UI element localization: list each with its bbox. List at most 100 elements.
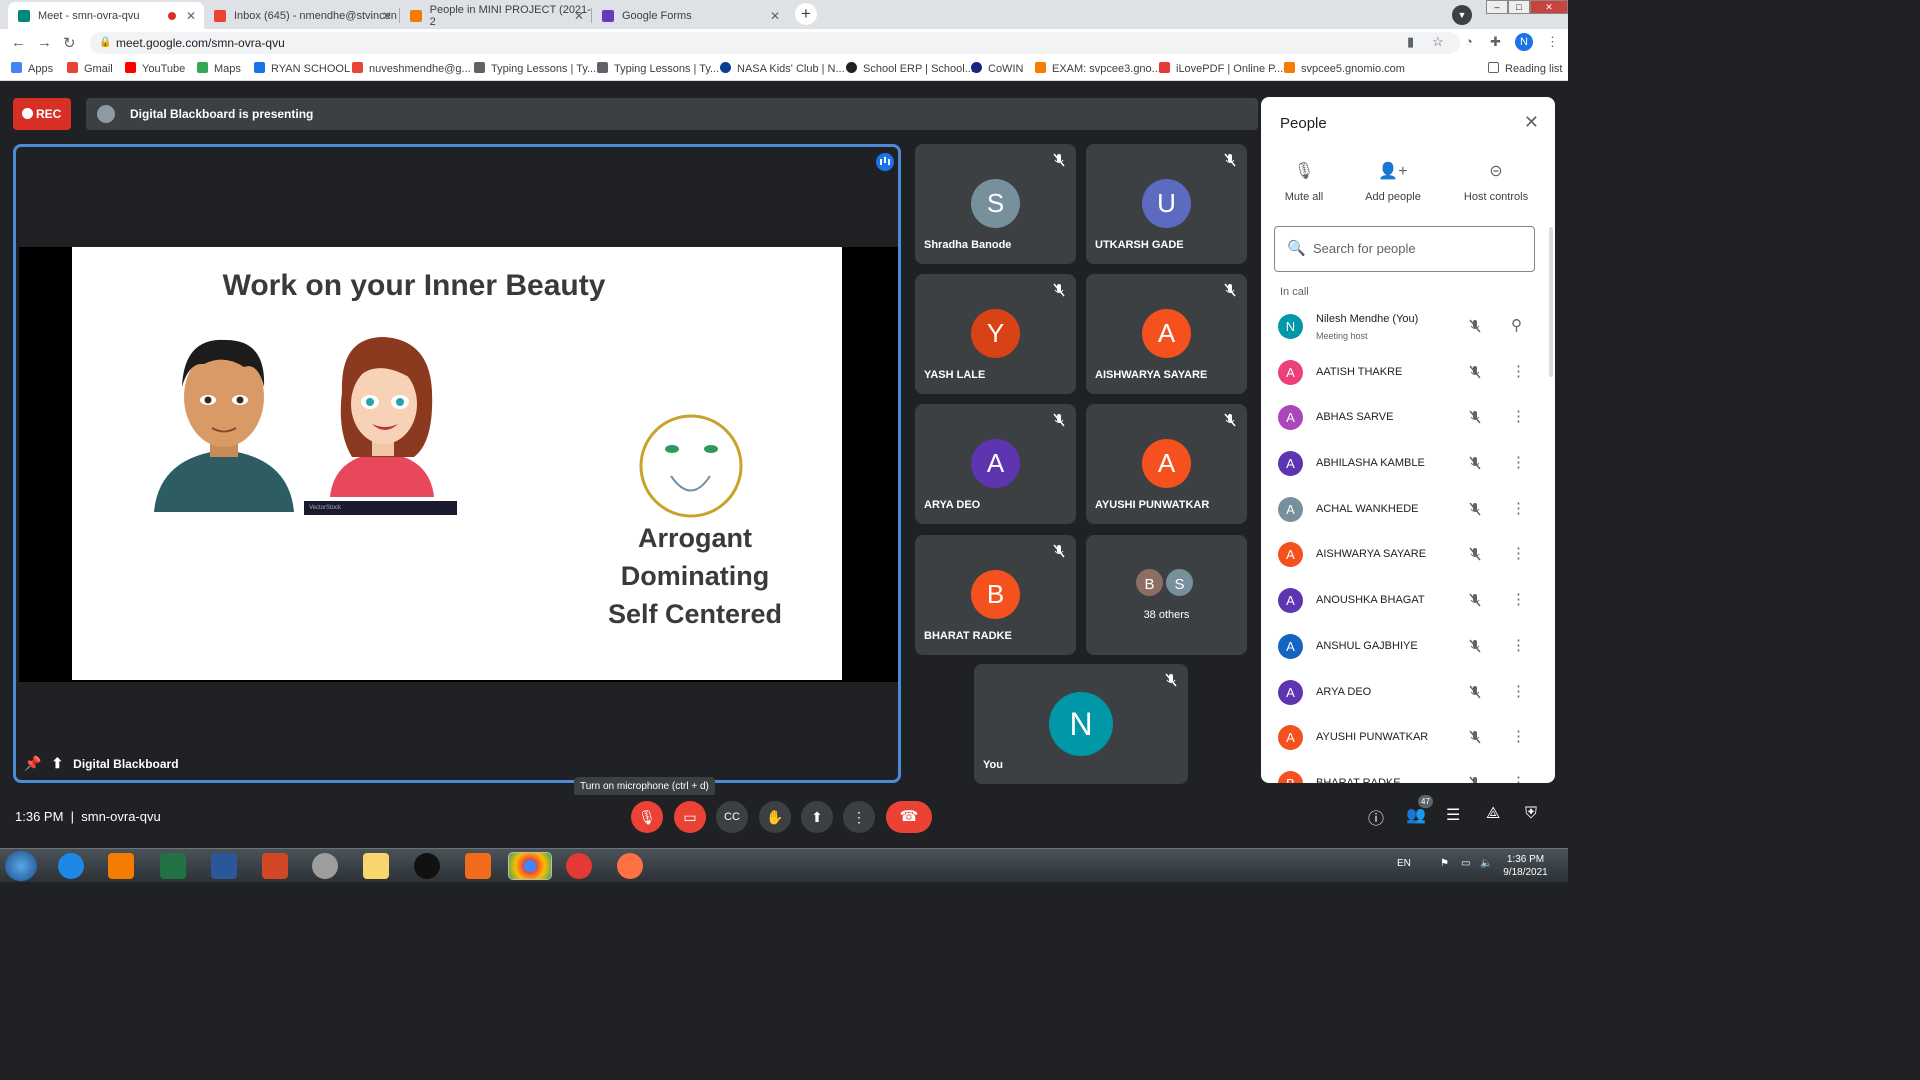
mute-all-button[interactable]: 🎙 Mute all <box>1261 161 1349 203</box>
participant-row[interactable]: A ANOUSHKA BHAGAT ⋮ <box>1261 578 1541 624</box>
flag-icon[interactable]: ⚑ <box>1440 858 1449 869</box>
mic-off-icon[interactable] <box>1467 775 1483 783</box>
close-tab-icon[interactable]: ✕ <box>574 9 584 23</box>
q-app-icon[interactable] <box>465 853 491 879</box>
bookmark-gmail-2[interactable]: nuveshmendhe@g... <box>352 62 471 75</box>
firefox-icon[interactable] <box>617 853 643 879</box>
url-field[interactable]: 🔒 meet.google.com/smn-ovra-qvu <box>90 32 1460 54</box>
more-options-icon[interactable]: ⋮ <box>1511 590 1526 608</box>
start-button[interactable] <box>5 851 37 881</box>
excel-icon[interactable] <box>160 853 186 879</box>
presentation-stage[interactable]: Work on your Inner Beauty VectorStock Ar… <box>13 144 901 783</box>
mic-off-icon[interactable] <box>1467 455 1483 471</box>
penguin-app-icon[interactable] <box>414 853 440 879</box>
mic-off-icon[interactable] <box>1467 638 1483 654</box>
more-options-icon[interactable]: ⋮ <box>1511 727 1526 745</box>
present-now-button[interactable]: ⬆ <box>801 801 833 833</box>
participant-tile[interactable]: A AYUSHI PUNWATKAR <box>1086 404 1247 524</box>
bookmark-typing-2[interactable]: Typing Lessons | Ty... <box>597 62 719 75</box>
sync-icon[interactable]: ◔ <box>1465 34 1473 49</box>
more-options-button[interactable]: ⋮ <box>843 801 875 833</box>
profile-avatar[interactable]: N <box>1515 33 1533 51</box>
tab-meet[interactable]: Meet - smn-ovra-qvu ✕ <box>8 2 204 29</box>
participant-row[interactable]: A ABHAS SARVE ⋮ <box>1261 395 1541 441</box>
tab-classroom[interactable]: People in MINI PROJECT (2021-2 ✕ <box>400 2 592 29</box>
camera-icon[interactable]: ▮ <box>1407 34 1414 50</box>
tab-forms[interactable]: Google Forms ✕ <box>592 2 788 29</box>
more-options-icon[interactable]: ⋮ <box>1511 499 1526 517</box>
participant-row[interactable]: A AYUSHI PUNWATKAR ⋮ <box>1261 715 1541 761</box>
bookmark-youtube[interactable]: YouTube <box>125 62 185 75</box>
file-explorer-icon[interactable] <box>363 853 389 879</box>
people-icon[interactable]: 👥 <box>1406 805 1426 825</box>
others-tile[interactable]: B S 38 others <box>1086 535 1247 655</box>
more-options-icon[interactable]: ⋮ <box>1511 453 1526 471</box>
system-tool-icon[interactable] <box>312 853 338 879</box>
close-tab-icon[interactable]: ✕ <box>382 9 392 23</box>
video-app-icon[interactable] <box>566 853 592 879</box>
forward-icon[interactable]: → <box>37 34 52 51</box>
participant-row[interactable]: A AATISH THAKRE ⋮ <box>1261 350 1541 396</box>
powerpoint-icon[interactable] <box>262 853 288 879</box>
microphone-button[interactable]: 🎙 <box>631 801 663 833</box>
participant-row[interactable]: A ABHILASHA KAMBLE ⋮ <box>1261 441 1541 487</box>
mic-off-icon[interactable] <box>1467 684 1483 700</box>
reading-list[interactable]: Reading list <box>1488 62 1562 75</box>
bookmark-ryan-school[interactable]: RYAN SCHOOL <box>254 62 350 75</box>
minimize-button[interactable]: – <box>1486 0 1508 14</box>
participant-row[interactable]: A ARYA DEO ⋮ <box>1261 670 1541 716</box>
activities-icon[interactable]: ⟁ <box>1486 805 1500 823</box>
back-icon[interactable]: ← <box>11 34 26 51</box>
bookmark-ilovepdf[interactable]: iLovePDF | Online P... <box>1159 62 1283 75</box>
bookmark-svpcee5[interactable]: svpcee5.gnomio.com <box>1284 62 1405 75</box>
network-icon[interactable]: ▭ <box>1461 858 1470 869</box>
tab-gmail[interactable]: Inbox (645) - nmendhe@stvincen ✕ <box>204 2 400 29</box>
more-options-icon[interactable]: ⋮ <box>1511 362 1526 380</box>
tab-search-icon[interactable]: ▼ <box>1452 5 1472 25</box>
new-tab-button[interactable]: + <box>795 3 817 25</box>
mic-off-icon[interactable] <box>1467 409 1483 425</box>
chat-icon[interactable]: ☰ <box>1446 805 1460 825</box>
maximize-button[interactable]: □ <box>1508 0 1530 14</box>
panel-scrollbar[interactable] <box>1549 227 1553 377</box>
camera-button[interactable]: ▭ <box>674 801 706 833</box>
participant-tile[interactable]: S Shradha Banode <box>915 144 1076 264</box>
media-player-icon[interactable] <box>108 853 134 879</box>
leave-call-button[interactable]: ☎ <box>886 801 932 833</box>
participant-tile[interactable]: U UTKARSH GADE <box>1086 144 1247 264</box>
participant-tile[interactable]: Y YASH LALE <box>915 274 1076 394</box>
language-indicator[interactable]: EN <box>1397 858 1411 869</box>
add-people-button[interactable]: 👤+ Add people <box>1348 161 1438 203</box>
mic-off-icon[interactable] <box>1467 318 1483 334</box>
self-tile[interactable]: N You <box>974 664 1188 784</box>
bookmark-typing-1[interactable]: Typing Lessons | Ty... <box>474 62 596 75</box>
host-controls-icon[interactable]: ⛨ <box>1525 805 1537 823</box>
mic-off-icon[interactable] <box>1467 501 1483 517</box>
bookmark-star-icon[interactable]: ☆ <box>1432 34 1444 50</box>
mic-off-icon[interactable] <box>1467 546 1483 562</box>
more-options-icon[interactable]: ⋮ <box>1511 682 1526 700</box>
participant-row[interactable]: A AISHWARYA SAYARE ⋮ <box>1261 532 1541 578</box>
bookmark-cowin[interactable]: CoWIN <box>971 62 1023 75</box>
menu-icon[interactable]: ⋮ <box>1546 34 1559 50</box>
mic-off-icon[interactable] <box>1467 364 1483 380</box>
participant-row[interactable]: B BHARAT RADKE ⋮ <box>1261 761 1541 783</box>
chrome-icon[interactable] <box>508 852 552 880</box>
close-tab-icon[interactable]: ✕ <box>770 9 780 23</box>
pin-icon[interactable]: ⚲ <box>1511 316 1522 334</box>
meeting-details-icon[interactable]: ⓘ <box>1368 805 1384 829</box>
raise-hand-button[interactable]: ✋ <box>759 801 791 833</box>
volume-icon[interactable]: 🔈 <box>1480 858 1492 869</box>
bookmark-apps[interactable]: Apps <box>11 62 53 75</box>
mic-off-icon[interactable] <box>1467 592 1483 608</box>
bookmark-school-erp[interactable]: School ERP | School... <box>846 62 974 75</box>
word-icon[interactable] <box>211 853 237 879</box>
bookmark-nasa[interactable]: NASA Kids' Club | N... <box>720 62 845 75</box>
search-people-input[interactable]: 🔍 Search for people <box>1274 226 1535 272</box>
close-panel-icon[interactable]: ✕ <box>1524 112 1539 133</box>
participant-tile[interactable]: A AISHWARYA SAYARE <box>1086 274 1247 394</box>
participant-row[interactable]: N Nilesh Mendhe (You) Meeting host ⚲ <box>1261 304 1541 350</box>
more-options-icon[interactable]: ⋮ <box>1511 636 1526 654</box>
system-clock[interactable]: 1:36 PM 9/18/2021 <box>1498 853 1553 879</box>
participant-row[interactable]: A ANSHUL GAJBHIYE ⋮ <box>1261 624 1541 670</box>
